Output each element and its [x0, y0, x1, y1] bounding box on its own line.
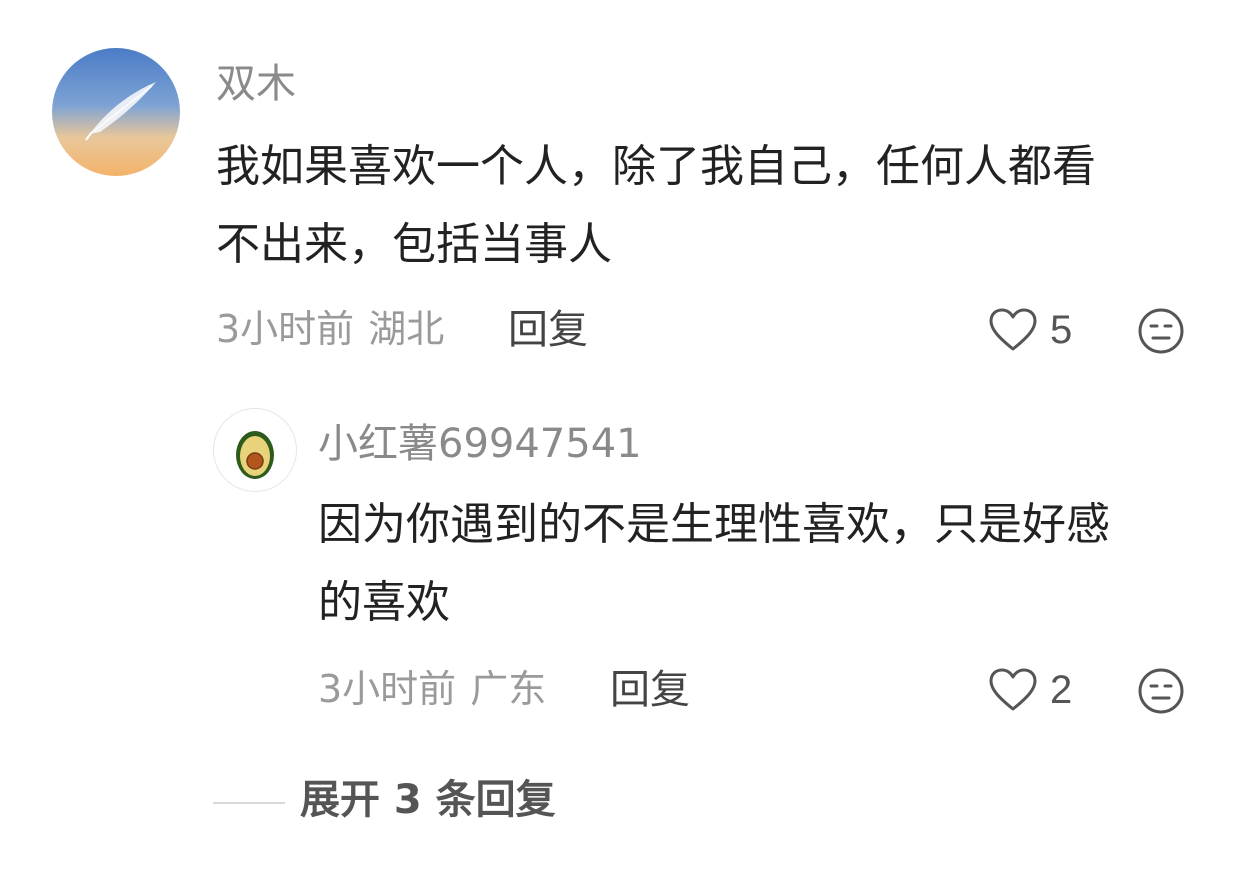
comment-location: 湖北	[368, 307, 445, 351]
expand-replies-button[interactable]: 展开 3 条回复	[300, 780, 556, 820]
reply-like-count: 2	[1050, 668, 1073, 712]
reply-meta: 3小时前 广东	[318, 670, 546, 708]
comment-username[interactable]: 双木	[216, 64, 296, 104]
comment-emoji-react-button[interactable]	[1137, 307, 1185, 355]
avocado-icon	[236, 431, 274, 479]
heart-icon	[989, 668, 1037, 711]
reply-like-button[interactable]: 2	[988, 664, 1072, 716]
reply-time: 3小时前	[318, 667, 457, 711]
reply-reply-button[interactable]: 回复	[610, 670, 690, 710]
comment-like-count: 5	[1050, 308, 1073, 352]
neutral-face-icon	[1138, 668, 1184, 714]
reply-text-line-2: 的喜欢	[318, 577, 450, 628]
comment-meta: 3小时前 湖北	[216, 310, 444, 348]
comment-text-line-2: 不出来，包括当事人	[216, 219, 612, 270]
avatar[interactable]	[52, 48, 180, 176]
comment-time: 3小时前	[216, 307, 355, 351]
neutral-face-icon	[1138, 308, 1184, 354]
reply-location: 广东	[470, 667, 547, 711]
comment-like-button[interactable]: 5	[988, 304, 1072, 356]
reply-text-line-1: 因为你遇到的不是生理性喜欢，只是好感	[318, 499, 1110, 550]
comment-text-line-1: 我如果喜欢一个人，除了我自己，任何人都看	[216, 141, 1096, 192]
reply-avatar[interactable]	[213, 408, 297, 492]
feather-avatar-icon	[52, 48, 180, 176]
reply-emoji-react-button[interactable]	[1137, 667, 1185, 715]
heart-icon	[989, 308, 1037, 351]
comment-reply-button[interactable]: 回复	[508, 310, 588, 350]
reply-username[interactable]: 小红薯69947541	[318, 424, 642, 464]
expand-divider	[213, 802, 285, 804]
